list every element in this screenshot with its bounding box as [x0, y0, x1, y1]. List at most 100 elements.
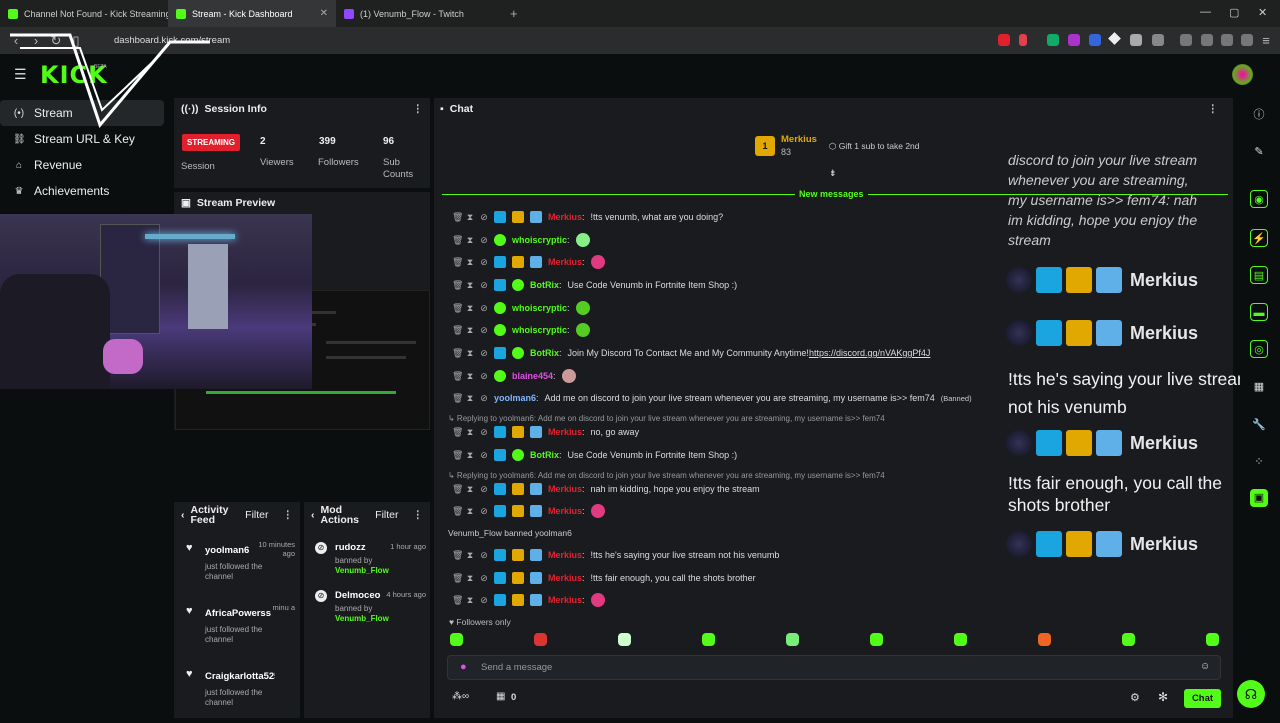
maximize-icon[interactable]: ▢ [1229, 6, 1239, 19]
timeout-icon[interactable]: ⧗ [466, 212, 474, 223]
ban-icon[interactable]: ⊘ [480, 280, 488, 291]
timeout-icon[interactable]: ⧗ [466, 450, 474, 461]
reload-icon[interactable]: ↻ [46, 33, 66, 49]
trash-icon[interactable]: 🗑 [452, 484, 463, 495]
broadcast-icon[interactable]: ◎ [1250, 340, 1268, 358]
wrench-icon[interactable]: 🔧 [1250, 416, 1268, 434]
active-tool-icon[interactable]: ▣ [1250, 489, 1268, 507]
chat-username[interactable]: BotRix [530, 348, 559, 358]
timeout-icon[interactable]: ⧗ [466, 573, 474, 584]
trash-icon[interactable]: 🗑 [452, 303, 463, 314]
chat-username[interactable]: Merkius [548, 550, 582, 560]
emote-icon[interactable] [534, 633, 547, 646]
more-icon[interactable]: ⋮ [413, 509, 424, 521]
filter-button[interactable]: Filter [245, 509, 268, 521]
info-icon[interactable]: ⓘ [1250, 106, 1268, 124]
rewards-icon[interactable] [1019, 34, 1027, 46]
trash-icon[interactable]: 🗑 [452, 573, 463, 584]
chat-username[interactable]: BotRix [530, 450, 559, 460]
chat-bubble-icon[interactable]: ▬ [1250, 303, 1268, 321]
nodes-icon[interactable]: ⁘ [1250, 453, 1268, 471]
back-icon[interactable]: ‹ [6, 33, 26, 48]
wallet-icon[interactable] [1201, 34, 1213, 46]
chat-username[interactable]: whoiscryptic [512, 325, 567, 335]
sidebar-item-stream[interactable]: (•) Stream [0, 100, 164, 126]
brave-shield-icon[interactable] [998, 34, 1010, 46]
extension-icon[interactable] [1047, 34, 1059, 46]
ban-icon[interactable]: ⊘ [480, 325, 488, 336]
sidebar-toggle-icon[interactable] [1180, 34, 1192, 46]
ban-icon[interactable]: ⊘ [480, 484, 488, 495]
banned-user[interactable]: rudozz [335, 542, 366, 553]
ban-icon[interactable]: ⊘ [480, 348, 488, 359]
timeout-icon[interactable]: ⧗ [466, 325, 474, 336]
ban-icon[interactable]: ⊘ [480, 257, 488, 268]
extension-icon[interactable] [1089, 34, 1101, 46]
emote-icon[interactable] [702, 633, 715, 646]
top-gifter[interactable]: 1 Merkius 83 ⬡ Gift 1 sub to take 2nd [755, 134, 920, 158]
chevron-left-icon[interactable]: ‹ [311, 509, 315, 521]
timeout-icon[interactable]: ⧗ [466, 303, 474, 314]
chat-username[interactable]: blaine454 [512, 371, 553, 381]
layers-icon[interactable]: ▦ [1250, 378, 1268, 396]
chat-username[interactable]: yoolman6 [494, 393, 536, 403]
emote-icon[interactable] [786, 633, 799, 646]
document-icon[interactable]: ▤ [1250, 266, 1268, 284]
menu-icon[interactable]: ≡ [1256, 33, 1276, 48]
browser-tab[interactable]: (1) Venumb_Flow - Twitch [336, 0, 504, 27]
follower-name[interactable]: Craigkarlotta52573 [205, 671, 275, 682]
chat-username[interactable]: Merkius [548, 257, 582, 267]
chat-input[interactable]: ● Send a message ☺ [447, 655, 1221, 680]
ban-icon[interactable]: ⊘ [480, 371, 488, 382]
ban-icon[interactable]: ⊘ [480, 573, 488, 584]
ban-icon[interactable]: ⊘ [480, 235, 488, 246]
trash-icon[interactable]: 🗑 [452, 450, 463, 461]
moderator-name[interactable]: Venumb_Flow [335, 614, 389, 624]
emote-icon[interactable] [450, 633, 463, 646]
trash-icon[interactable]: 🗑 [452, 427, 463, 438]
trash-icon[interactable]: 🗑 [452, 257, 463, 268]
chat-link[interactable]: https://discord.gg/nVAKggPf4J [809, 348, 930, 358]
ban-icon[interactable]: ⊘ [480, 506, 488, 517]
new-tab-icon[interactable]: + [510, 6, 518, 21]
more-icon[interactable]: ⋮ [413, 103, 424, 115]
moderator-name[interactable]: Venumb_Flow [335, 566, 389, 576]
timeout-icon[interactable]: ⧗ [466, 484, 474, 495]
vpn-icon[interactable] [1241, 34, 1253, 46]
ban-icon[interactable]: ⊘ [480, 303, 488, 314]
url-field[interactable]: dashboard.kick.com/stream [114, 35, 230, 46]
chat-send-button[interactable]: Chat [1184, 689, 1221, 708]
browser-tab[interactable]: Channel Not Found - Kick Streaming [0, 0, 168, 27]
emote-icon[interactable] [1206, 633, 1219, 646]
timeout-icon[interactable]: ⧗ [466, 595, 474, 606]
chat-username[interactable]: Merkius [548, 595, 582, 605]
timeout-icon[interactable]: ⧗ [466, 427, 474, 438]
chat-username[interactable]: Merkius [548, 506, 582, 516]
chat-username[interactable]: Merkius [548, 427, 582, 437]
webcam-video[interactable] [0, 214, 312, 389]
timeout-icon[interactable]: ⧗ [466, 393, 474, 404]
chat-username[interactable]: Merkius [548, 484, 582, 494]
cart-icon[interactable]: ▦ [496, 691, 505, 702]
ban-icon[interactable]: ⊘ [480, 427, 488, 438]
window-close-icon[interactable]: ✕ [1258, 6, 1267, 19]
emote-icon[interactable] [870, 633, 883, 646]
gift-sub-prompt[interactable]: ⬡ Gift 1 sub to take 2nd [829, 141, 920, 152]
emote-icon[interactable] [1038, 633, 1051, 646]
scroll-down-icon[interactable]: ⇟ [829, 168, 837, 179]
timeout-icon[interactable]: ⧗ [466, 280, 474, 291]
ban-icon[interactable]: ⊘ [480, 450, 488, 461]
emote-icon[interactable] [1122, 633, 1135, 646]
ban-icon[interactable]: ⊘ [480, 212, 488, 223]
close-icon[interactable]: ✕ [320, 8, 328, 19]
sidebar-item-achievements[interactable]: ♛ Achievements [0, 178, 170, 204]
emote-icon[interactable] [618, 633, 631, 646]
ai-icon[interactable] [1221, 34, 1233, 46]
bookmark-icon[interactable]: ▯ [66, 33, 86, 49]
banned-user[interactable]: Delmoceo [335, 590, 380, 601]
chat-username[interactable]: Merkius [548, 573, 582, 583]
forward-icon[interactable]: › [26, 33, 46, 48]
trash-icon[interactable]: 🗑 [452, 212, 463, 223]
camera-icon[interactable]: ◉ [1250, 190, 1268, 208]
more-icon[interactable]: ⋮ [1208, 103, 1219, 115]
